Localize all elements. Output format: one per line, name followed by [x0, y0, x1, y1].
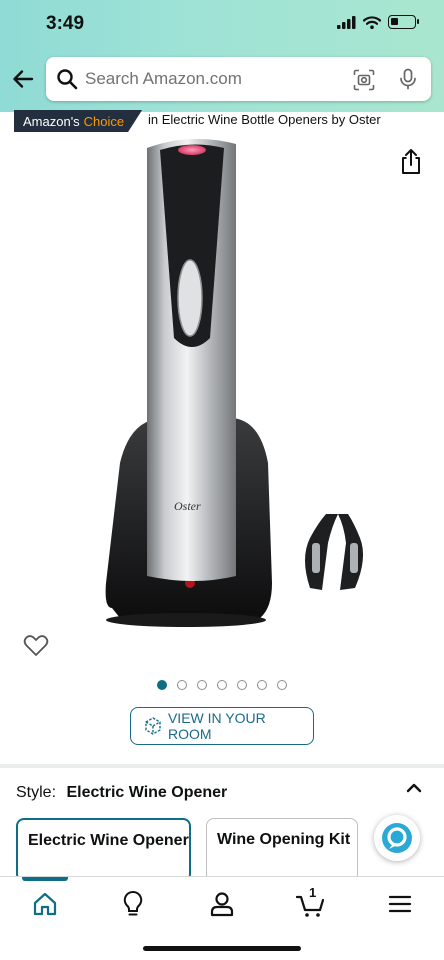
badge-amazons-text: Amazon's	[23, 113, 80, 129]
style-option-electric-wine-opener[interactable]: Electric Wine Opener	[16, 818, 191, 882]
pager-dot[interactable]	[197, 680, 207, 690]
foil-cutter	[305, 514, 364, 590]
oster-logo: Oster	[174, 499, 201, 513]
view-in-room-label: VIEW IN YOUR ROOM	[167, 710, 266, 742]
pager-dot[interactable]	[277, 680, 287, 690]
search-icon	[57, 69, 78, 90]
nav-active-indicator	[22, 877, 68, 881]
style-selected-value: Electric Wine Opener	[66, 784, 228, 801]
account-icon[interactable]	[207, 889, 237, 919]
view-in-room-button[interactable]: VIEW IN YOUR ROOM	[130, 707, 314, 745]
camera-scan-icon[interactable]	[353, 69, 375, 91]
status-time: 3:49	[46, 13, 85, 34]
top-bar: 3:49	[0, 0, 444, 112]
style-selector-header[interactable]: Style: Electric Wine Opener	[16, 784, 227, 802]
menu-icon[interactable]	[385, 889, 415, 919]
back-arrow-icon[interactable]	[10, 66, 36, 92]
style-option-label: Electric Wine Opener	[28, 832, 189, 849]
cube-ar-icon	[145, 717, 161, 735]
opener-body	[147, 138, 236, 581]
search-bar[interactable]	[46, 57, 431, 101]
badge-choice-text: Choice	[83, 113, 125, 129]
cart-button[interactable]: 1	[295, 885, 326, 919]
share-icon[interactable]	[398, 148, 424, 176]
signal-icon	[337, 15, 356, 29]
style-option-label: Wine Opening Kit	[217, 831, 351, 848]
pager-dot[interactable]	[217, 680, 227, 690]
amazons-choice-badge: Amazon's Choice	[14, 110, 143, 132]
pager-dot[interactable]	[157, 680, 167, 690]
home-icon[interactable]	[30, 889, 60, 919]
section-divider	[0, 764, 444, 768]
heart-icon[interactable]	[22, 632, 50, 660]
status-icons	[337, 15, 419, 29]
style-label: Style:	[16, 784, 57, 801]
pager-dot[interactable]	[177, 680, 187, 690]
home-indicator	[143, 946, 301, 951]
wifi-icon	[363, 15, 381, 29]
cart-count: 1	[309, 885, 317, 900]
chevron-up-icon[interactable]	[404, 779, 424, 797]
alexa-button[interactable]	[374, 815, 420, 861]
image-pager-dots	[157, 680, 287, 690]
lightbulb-icon[interactable]	[118, 889, 148, 919]
pager-dot[interactable]	[237, 680, 247, 690]
microphone-icon[interactable]	[397, 68, 419, 90]
style-option-wine-opening-kit[interactable]: Wine Opening Kit	[206, 818, 358, 882]
battery-icon	[388, 15, 419, 29]
pager-dot[interactable]	[257, 680, 267, 690]
search-input[interactable]	[85, 57, 335, 101]
badge-context-link[interactable]: in Electric Wine Bottle Openers by Oster	[148, 112, 381, 127]
product-image[interactable]: Oster	[100, 138, 400, 638]
alexa-icon	[382, 823, 412, 853]
